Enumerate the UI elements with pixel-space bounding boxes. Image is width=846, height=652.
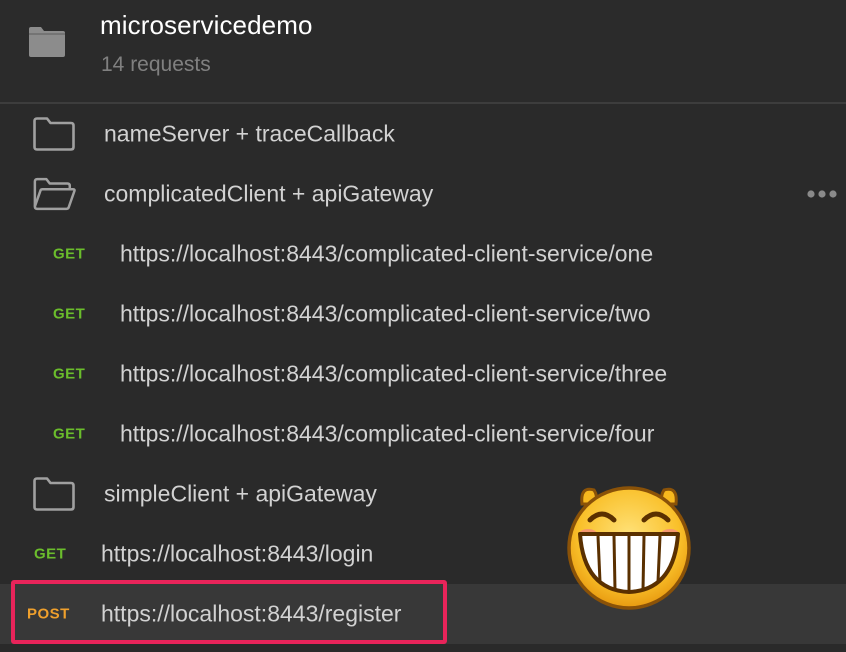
request-url: https://localhost:8443/complicated-clien… xyxy=(120,240,654,267)
request-count: 14 requests xyxy=(101,53,211,76)
folder-item[interactable]: simpleClient + apiGateway xyxy=(0,464,846,524)
more-dots-icon[interactable] xyxy=(806,189,838,199)
request-item[interactable]: GET https://localhost:8443/complicated-c… xyxy=(0,344,846,404)
request-list: nameServer + traceCallback complicatedCl… xyxy=(0,104,846,652)
folder-item[interactable]: nameServer + traceCallback xyxy=(0,104,846,164)
grinning-face-emoji xyxy=(567,486,691,610)
collection-header[interactable]: microservicedemo 14 requests xyxy=(0,0,846,102)
method-badge: GET xyxy=(53,305,86,323)
method-badge: GET xyxy=(53,425,86,443)
request-item[interactable]: GET https://localhost:8443/complicated-c… xyxy=(0,224,846,284)
folder-icon xyxy=(33,117,75,151)
request-item[interactable]: GET https://localhost:8443/login xyxy=(0,524,846,584)
request-url: https://localhost:8443/complicated-clien… xyxy=(120,420,655,447)
folder-open-icon xyxy=(33,177,76,211)
folder-label: nameServer + traceCallback xyxy=(104,120,395,147)
folder-icon xyxy=(29,27,65,57)
request-url: https://localhost:8443/complicated-clien… xyxy=(120,360,668,387)
collection-name: microservicedemo xyxy=(100,10,313,40)
request-item[interactable]: GET https://localhost:8443/complicated-c… xyxy=(0,284,846,344)
method-badge: GET xyxy=(53,365,86,383)
folder-item[interactable]: complicatedClient + apiGateway xyxy=(0,164,846,224)
folder-label: simpleClient + apiGateway xyxy=(104,480,377,507)
request-url: https://localhost:8443/complicated-clien… xyxy=(120,300,651,327)
request-item[interactable]: GET https://localhost:8443/complicated-c… xyxy=(0,404,846,464)
folder-icon xyxy=(33,477,75,511)
folder-label: complicatedClient + apiGateway xyxy=(104,180,434,207)
request-url: https://localhost:8443/login xyxy=(101,540,374,567)
method-badge: GET xyxy=(53,245,86,263)
method-badge: GET xyxy=(34,545,67,563)
highlight-annotation xyxy=(11,580,447,644)
